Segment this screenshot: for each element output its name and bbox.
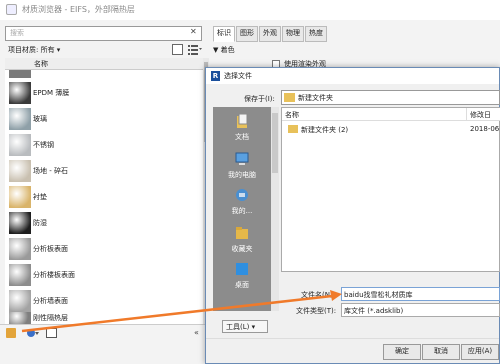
material-name: 场地 - 碎石 bbox=[33, 167, 68, 175]
tab-identity[interactable]: 标识 bbox=[213, 26, 235, 42]
tab-appearance[interactable]: 外观 bbox=[259, 26, 281, 42]
material-name: 分析板表面 bbox=[33, 245, 68, 253]
dialog-title: 选择文件 bbox=[224, 72, 252, 80]
open-library-icon[interactable] bbox=[6, 328, 16, 338]
material-name: 分析楼板表面 bbox=[33, 271, 75, 279]
window-title: 材质浏览器 - EIFS，外部隔热层 bbox=[22, 5, 135, 14]
grid-view-icon[interactable] bbox=[172, 44, 183, 55]
material-thumbnail bbox=[9, 70, 31, 78]
list-item[interactable]: EPDM 薄膜 bbox=[5, 80, 203, 106]
folder-icon bbox=[288, 125, 298, 133]
save-in-value: 新建文件夹 bbox=[298, 94, 333, 102]
material-thumbnail bbox=[9, 186, 31, 208]
material-thumbnail bbox=[9, 212, 31, 234]
material-name: 衬垫 bbox=[33, 193, 47, 201]
place-documents[interactable]: 文档 bbox=[213, 110, 271, 150]
apply-button[interactable]: 应用(A) bbox=[461, 344, 499, 360]
place-network[interactable]: 我的... bbox=[213, 184, 271, 224]
save-in-label: 保存于(I): bbox=[244, 95, 275, 103]
place-label: 文档 bbox=[235, 133, 249, 141]
folder-icon bbox=[284, 93, 295, 102]
search-placeholder: 搜索 bbox=[10, 29, 24, 37]
material-name: 防湿 bbox=[33, 219, 47, 227]
list-item[interactable]: 玻璃 bbox=[5, 106, 203, 132]
material-list[interactable]: EPDM 薄膜 玻璃 不锈钢 场地 - 碎石 衬垫 防湿 分析板表面 分析楼板表… bbox=[5, 70, 203, 324]
material-name: 不锈钢 bbox=[33, 141, 54, 149]
material-thumbnail bbox=[9, 108, 31, 130]
place-favorites[interactable]: 收藏夹 bbox=[213, 222, 271, 262]
material-name: 玻璃 bbox=[33, 115, 47, 123]
cancel-button[interactable]: 取消 bbox=[422, 344, 460, 360]
material-thumbnail bbox=[9, 134, 31, 156]
place-label: 我的... bbox=[231, 207, 253, 215]
favorites-folder-icon bbox=[235, 226, 249, 240]
computer-icon bbox=[235, 152, 249, 166]
filetype-label: 文件类型(T): bbox=[296, 307, 337, 315]
scrollbar-thumb[interactable] bbox=[272, 113, 278, 173]
app-icon bbox=[6, 4, 17, 15]
material-thumbnail bbox=[9, 238, 31, 260]
file-date: 2018-06 bbox=[470, 125, 500, 133]
shading-section-header[interactable]: ▼ 着色 bbox=[213, 45, 235, 55]
list-item[interactable]: 防湿 bbox=[5, 210, 203, 236]
material-thumbnail bbox=[9, 312, 31, 324]
list-view-icon[interactable] bbox=[187, 44, 203, 55]
material-name: 刚性隔热层 bbox=[33, 314, 68, 322]
file-list-header bbox=[282, 108, 500, 121]
filename-label: 文件名(N): bbox=[301, 291, 336, 299]
place-label: 我的电脑 bbox=[228, 171, 256, 179]
material-name: EPDM 薄膜 bbox=[33, 89, 70, 97]
toggle-panel-icon[interactable] bbox=[46, 328, 57, 338]
material-thumbnail bbox=[9, 160, 31, 182]
place-desktop[interactable]: 桌面 bbox=[213, 258, 271, 298]
material-thumbnail bbox=[9, 264, 31, 286]
tab-physical[interactable]: 物理 bbox=[282, 26, 304, 42]
list-item[interactable]: 场地 - 碎石 bbox=[5, 158, 203, 184]
tab-thermal[interactable]: 热度 bbox=[305, 26, 327, 42]
filter-label: 项目材质: 所有 ▾ bbox=[8, 46, 61, 54]
material-name: 分析墙表面 bbox=[33, 297, 68, 305]
collapse-icon[interactable]: « bbox=[194, 328, 199, 337]
desktop-icon bbox=[235, 262, 249, 276]
list-item[interactable]: 衬垫 bbox=[5, 184, 203, 210]
revit-icon: R bbox=[211, 71, 220, 81]
column-divider[interactable] bbox=[466, 108, 467, 121]
tools-label: 工具(L) ▾ bbox=[226, 323, 256, 331]
place-computer[interactable]: 我的电脑 bbox=[213, 148, 271, 188]
create-material-icon[interactable] bbox=[26, 328, 40, 338]
filetype-value: 库文件 (*.adsklib) bbox=[344, 307, 404, 315]
list-item[interactable] bbox=[5, 70, 203, 78]
modified-date-column-header[interactable]: 修改日 bbox=[470, 110, 491, 120]
place-label: 收藏夹 bbox=[231, 245, 253, 253]
list-item[interactable]: 不锈钢 bbox=[5, 132, 203, 158]
material-thumbnail bbox=[9, 82, 31, 104]
list-item[interactable]: 刚性隔热层 bbox=[5, 310, 203, 324]
list-item[interactable]: 分析楼板表面 bbox=[5, 262, 203, 288]
network-icon bbox=[235, 188, 249, 202]
material-thumbnail bbox=[9, 290, 31, 312]
clear-search-icon[interactable]: ✕ bbox=[190, 27, 200, 39]
tab-graphics[interactable]: 图形 bbox=[236, 26, 258, 42]
name-column-header[interactable]: 名称 bbox=[285, 110, 299, 120]
file-name: 新建文件夹 (2) bbox=[301, 126, 349, 134]
search-input[interactable] bbox=[5, 26, 202, 41]
ok-button[interactable]: 确定 bbox=[383, 344, 421, 360]
documents-icon bbox=[235, 113, 249, 128]
list-item[interactable]: 分析板表面 bbox=[5, 236, 203, 262]
name-column-header[interactable]: 名称 bbox=[34, 59, 48, 69]
place-label: 桌面 bbox=[235, 281, 249, 289]
filename-value: baidu找雪松礼材质库 bbox=[344, 291, 413, 299]
